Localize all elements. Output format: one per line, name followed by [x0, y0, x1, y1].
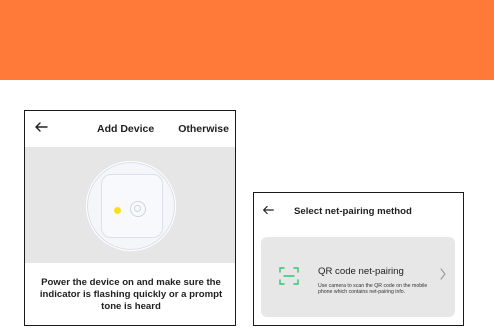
- qr-option-title: QR code net-pairing: [318, 266, 404, 277]
- qr-code-pairing-option[interactable]: QR code net-pairing Use camera to scan t…: [261, 237, 455, 317]
- arrow-left-icon[interactable]: [261, 203, 275, 217]
- indicator-light-icon: [114, 207, 121, 214]
- qr-scan-icon: [279, 267, 299, 285]
- add-device-title: Add Device: [97, 123, 155, 135]
- chevron-right-icon: [440, 268, 446, 280]
- add-device-header: Add Device Otherwise: [25, 111, 235, 147]
- net-pairing-title: Select net-pairing method: [294, 206, 412, 217]
- add-device-screen: Add Device Otherwise Power the device on…: [24, 110, 236, 326]
- device-circle: [86, 161, 176, 251]
- net-pairing-screen: Select net-pairing method QR code net-pa…: [253, 192, 464, 326]
- otherwise-button[interactable]: Otherwise: [178, 123, 229, 135]
- power-button-icon: [130, 201, 146, 217]
- add-device-instruction: Power the device on and make sure the in…: [39, 277, 223, 312]
- arrow-left-icon[interactable]: [33, 119, 49, 135]
- qr-option-description: Use camera to scan the QR code on the mo…: [318, 283, 428, 296]
- device-body: [101, 174, 163, 238]
- page: Add Device Otherwise Power the device on…: [0, 0, 494, 328]
- orange-banner: [0, 0, 494, 80]
- device-illustration: [25, 147, 235, 263]
